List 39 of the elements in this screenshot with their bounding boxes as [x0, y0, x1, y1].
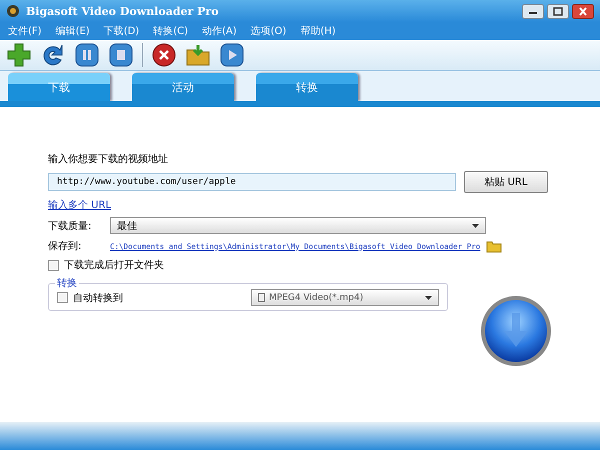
caret-icon — [472, 224, 479, 228]
delete-icon[interactable] — [151, 42, 177, 68]
menu-item[interactable]: 转换(C) — [153, 24, 188, 38]
download-orb-icon[interactable] — [480, 295, 552, 367]
maximize-icon[interactable] — [547, 4, 569, 18]
menu-item[interactable]: 文件(F) — [8, 24, 42, 38]
group-title: 转换 — [55, 276, 79, 290]
minimize-icon[interactable] — [522, 4, 544, 18]
url-label: 输入你想要下载的视频地址 — [48, 152, 169, 166]
menu-item[interactable]: 编辑(E) — [56, 24, 90, 38]
open-folder-label: 下载完成后打开文件夹 — [64, 258, 164, 272]
tab[interactable]: 活动 — [132, 73, 234, 101]
checkbox[interactable] — [48, 260, 59, 270]
format-dropdown[interactable]: MPEG4 Video(*.mp4) — [251, 289, 439, 306]
app-logo-icon — [6, 4, 20, 18]
checkbox[interactable] — [57, 292, 68, 303]
play-icon[interactable] — [219, 42, 245, 68]
tab[interactable]: 下载 — [8, 73, 110, 101]
auto-convert-label: 自动转换到 — [73, 292, 123, 304]
save-to-label: 保存到: — [48, 240, 82, 253]
menu-item[interactable]: 下载(D) — [104, 24, 140, 38]
quality-label: 下载质量: — [48, 220, 92, 232]
file-icon — [258, 293, 265, 302]
stop-icon[interactable] — [108, 42, 134, 68]
caret-icon — [425, 296, 432, 300]
pause-icon[interactable] — [74, 42, 100, 68]
url-input-field[interactable]: http://www.youtube.com/user/apple — [48, 173, 456, 191]
tab[interactable]: 转换 — [256, 73, 358, 101]
folder-icon[interactable] — [486, 239, 502, 253]
window-title: Bigasoft Video Downloader Pro — [26, 4, 220, 18]
paste-url-button[interactable]: 粘贴 URL — [464, 171, 548, 193]
multiple-url-link[interactable]: 输入多个 URL — [48, 198, 548, 212]
quality-dropdown[interactable]: 最佳 — [110, 217, 486, 234]
menu-item[interactable]: 帮助(H) — [300, 24, 336, 38]
folder-icon[interactable] — [185, 42, 211, 68]
close-icon[interactable] — [572, 4, 594, 18]
plus-icon[interactable] — [6, 42, 32, 68]
menu-item[interactable]: 选项(O) — [250, 24, 286, 38]
menu-item[interactable]: 动作(A) — [202, 24, 237, 38]
